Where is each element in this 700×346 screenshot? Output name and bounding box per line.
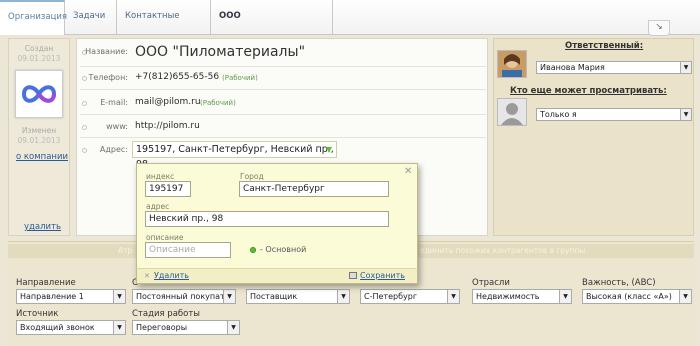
industry-value: Недвижимость — [476, 292, 540, 301]
tab-contacts[interactable]: Контактные лица — [117, 0, 211, 54]
chevron-down-icon: ▼ — [680, 109, 691, 120]
direction-label: Направление — [16, 278, 76, 288]
infinity-logo-icon — [21, 85, 57, 103]
chevron-down-icon: ▼ — [337, 290, 349, 303]
about-company-link[interactable]: о компании — [16, 152, 68, 162]
created-label: Создан — [24, 44, 54, 53]
chevron-down-icon: ▼ — [325, 145, 332, 154]
save-address-link[interactable]: Сохранить — [360, 271, 405, 280]
source-select[interactable]: Входящий звонок ▼ — [16, 320, 126, 335]
company-logo[interactable] — [15, 70, 63, 118]
tab-organization[interactable]: Организация — [0, 0, 67, 35]
responsible-value: Иванова Мария — [540, 63, 605, 72]
importance-label: Важность, (ABC) — [582, 278, 656, 288]
delete-icon[interactable]: ✕ — [144, 272, 150, 280]
modified-date: 09.01.2013 — [17, 136, 61, 145]
index-label: индекс — [146, 172, 175, 181]
modified-label: Изменен — [21, 126, 57, 135]
chevron-down-icon: ▼ — [680, 62, 691, 73]
supplier-value: Поставщик — [250, 292, 298, 301]
responsible-select[interactable]: Иванова Мария ▼ — [536, 61, 692, 74]
phone-label: Телефон: — [88, 73, 128, 82]
chevron-down-icon: ▼ — [113, 290, 125, 303]
phone-value[interactable]: +7(812)655-65-56 — [135, 72, 219, 82]
supplier-select[interactable]: Поставщик ▼ — [246, 289, 350, 304]
divider — [80, 137, 486, 138]
phone-type: (Рабочий) — [222, 74, 258, 82]
importance-value: Высокая (класс «А») — [586, 292, 672, 301]
viewers-value: Только я — [540, 110, 577, 119]
www-label: www: — [106, 122, 128, 131]
index-input[interactable]: 195197 — [145, 181, 191, 197]
direction-select[interactable]: Направление 1 ▼ — [16, 289, 126, 304]
corner-menu-icon[interactable]: ↘ — [648, 20, 670, 36]
email-value[interactable]: mail@pilom.ru — [135, 97, 201, 107]
main-label: - Основной — [260, 245, 307, 254]
source-value: Входящий звонок — [20, 323, 95, 332]
name-label: Название: — [85, 47, 128, 56]
delete-company-link[interactable]: удалить — [24, 222, 61, 232]
importance-select[interactable]: Высокая (класс «А») ▼ — [582, 289, 692, 304]
city-select[interactable]: С-Петербург ▼ — [360, 289, 460, 304]
tab-bar: Организация Задачи Контактные лица ООО "… — [0, 0, 700, 54]
hint-left: Атр — [118, 246, 133, 255]
chevron-down-icon: ▼ — [223, 290, 235, 303]
chevron-down-icon: ▼ — [447, 290, 459, 303]
stage-label: Стадия работы — [132, 309, 201, 319]
divider — [80, 114, 486, 115]
industry-select[interactable]: Недвижимость ▼ — [472, 289, 572, 304]
city-label: Город — [240, 172, 264, 181]
address-label: Адрес: — [99, 145, 128, 154]
tab-tasks[interactable]: Задачи — [65, 0, 117, 35]
delete-address-link[interactable]: Удалить — [154, 271, 189, 280]
viewers-title: Кто еще может просматривать: — [510, 86, 667, 96]
viewers-select[interactable]: Только я ▼ — [536, 108, 692, 121]
street-label: адрес — [146, 202, 170, 211]
save-icon[interactable] — [349, 272, 357, 279]
divider — [80, 89, 486, 90]
industry-label: Отрасли — [472, 278, 510, 288]
tab-company-title[interactable]: ООО "Пиломатериалы" — [211, 0, 333, 54]
chevron-down-icon: ▼ — [559, 290, 571, 303]
responsible-title: Ответственный: — [565, 41, 644, 51]
main-status-icon[interactable] — [250, 247, 256, 253]
city-input[interactable]: Санкт-Петербург — [239, 181, 389, 197]
description-label: описание — [146, 233, 184, 242]
city-value: С-Петербург — [364, 292, 418, 301]
company-name[interactable]: ООО "Пиломатериалы" — [135, 44, 305, 60]
source-label: Источник — [16, 309, 59, 319]
chevron-down-icon: ▼ — [227, 321, 239, 334]
description-input[interactable]: Описание — [145, 242, 231, 258]
created-date: 09.01.2013 — [17, 54, 61, 63]
close-icon[interactable]: ✕ — [404, 166, 412, 177]
address-dropdown[interactable]: 195197, Санкт-Петербург, Невский пр., 98… — [132, 141, 337, 170]
hint-right: единить похожих контрагентов в группы. — [420, 246, 588, 255]
website-value[interactable]: http://pilom.ru — [135, 121, 200, 131]
direction-value: Направление 1 — [20, 292, 84, 301]
customer-type-value: Постоянный покупат — [136, 292, 225, 301]
email-type: (Рабочий) — [200, 99, 236, 107]
customer-type-select[interactable]: Постоянный покупат ▼ — [132, 289, 236, 304]
user-avatar — [497, 50, 527, 78]
stage-select[interactable]: Переговоры ▼ — [132, 320, 240, 335]
street-input[interactable]: Невский пр., 98 — [145, 211, 389, 227]
chevron-down-icon: ▼ — [113, 321, 125, 334]
stage-value: Переговоры — [136, 323, 188, 332]
chevron-down-icon: ▼ — [679, 290, 691, 303]
default-avatar-icon — [497, 98, 527, 126]
divider — [80, 66, 486, 67]
email-label: E-mail: — [100, 98, 128, 107]
